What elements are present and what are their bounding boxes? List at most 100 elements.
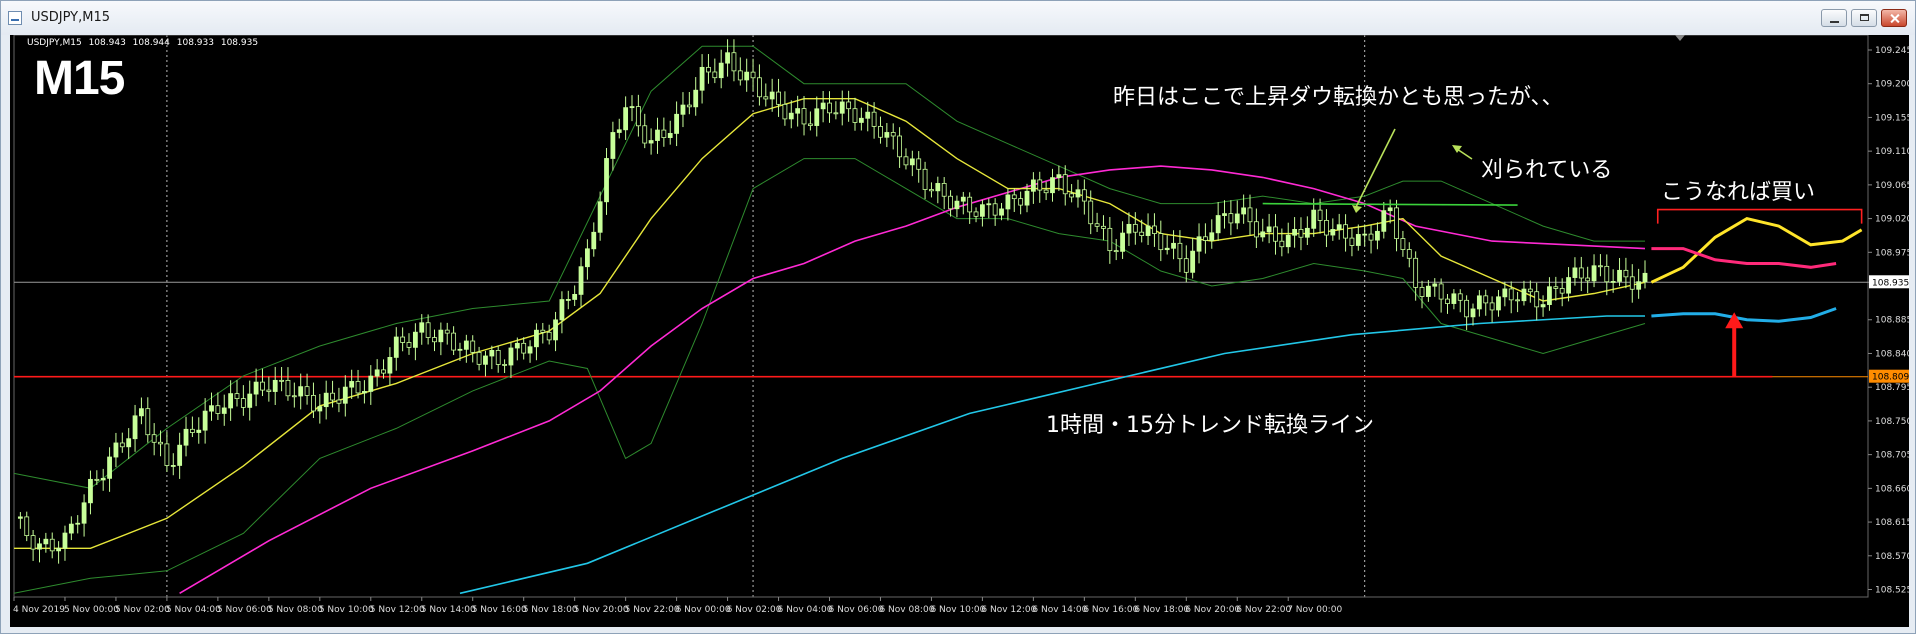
candle-body xyxy=(1050,177,1055,194)
candle-body xyxy=(260,381,265,391)
candle-body xyxy=(119,442,125,448)
candle-body xyxy=(1081,189,1087,202)
candle-body xyxy=(1094,223,1100,227)
candle-body xyxy=(1636,281,1642,290)
candle-body xyxy=(635,106,641,127)
maximize-button[interactable] xyxy=(1851,9,1877,27)
candle-body xyxy=(553,319,558,341)
candle-body xyxy=(1285,234,1291,248)
candle-body xyxy=(1470,308,1476,318)
candle-body xyxy=(1247,207,1253,223)
minimize-button[interactable] xyxy=(1821,9,1847,27)
candle-body xyxy=(1476,295,1482,310)
x-tick-label: 5 Nov 00:00 xyxy=(64,605,119,615)
x-tick-label: 5 Nov 08:00 xyxy=(268,605,323,615)
level-price-tag-label: 108.809 xyxy=(1872,373,1909,383)
price-chart[interactable]: 109.245 109.200 109.155 109.110 109.065 109.0… xyxy=(10,34,1912,627)
candle-body xyxy=(400,336,406,343)
candle-body xyxy=(1515,299,1520,302)
close-button[interactable] xyxy=(1881,9,1907,27)
candle-body xyxy=(546,331,552,341)
y-tick-label: 109.020 xyxy=(1875,215,1909,225)
candle-body xyxy=(189,428,195,433)
candle-body xyxy=(355,381,361,394)
candle-body xyxy=(412,331,418,348)
candle-body xyxy=(1559,288,1565,294)
candle-body xyxy=(941,183,947,197)
y-tick-label: 108.525 xyxy=(1875,586,1909,596)
candle-body xyxy=(1075,189,1081,198)
y-tick-label: 108.840 xyxy=(1875,349,1909,359)
candle-body xyxy=(463,340,469,350)
candle-body xyxy=(521,342,527,354)
candle-body xyxy=(164,443,170,466)
candle-body xyxy=(527,346,533,354)
candle-body xyxy=(1190,250,1196,273)
candle-body xyxy=(1120,232,1125,252)
candle-body xyxy=(712,71,718,79)
y-tick-label: 108.615 xyxy=(1875,518,1909,528)
y-tick-label: 108.975 xyxy=(1875,248,1909,258)
candle-body xyxy=(94,478,100,481)
candle-body xyxy=(266,389,272,392)
candle-body xyxy=(597,201,603,233)
candle-body xyxy=(1496,296,1501,311)
candle-body xyxy=(1604,265,1610,283)
candle-body xyxy=(502,364,507,366)
candle-body xyxy=(483,355,488,365)
candle-body xyxy=(820,102,826,110)
candle-body xyxy=(604,158,609,203)
candle-body xyxy=(291,395,297,398)
candle-body xyxy=(1273,226,1278,242)
candle-body xyxy=(374,369,380,377)
title-bar[interactable]: USDJPY,M15 xyxy=(1,1,1915,35)
candle-body xyxy=(393,336,399,358)
candle-body xyxy=(986,203,992,206)
x-tick-label: 5 Nov 14:00 xyxy=(421,605,476,615)
candle-body xyxy=(1343,224,1348,239)
x-tick-label: 5 Nov 18:00 xyxy=(523,605,578,615)
chart-window: USDJPY,M15 109.245 109.200 109.155 109.110 1… xyxy=(0,0,1916,634)
candle-body xyxy=(317,406,323,412)
candle-body xyxy=(757,77,762,98)
candle-body xyxy=(693,89,699,108)
candle-body xyxy=(973,211,979,217)
candle-body xyxy=(1317,209,1323,221)
candle-body xyxy=(769,91,775,100)
plot-frame xyxy=(13,34,1869,598)
sma75-line xyxy=(179,165,1646,594)
candle-body xyxy=(1241,207,1247,215)
candle-body xyxy=(1209,232,1215,241)
candle-body xyxy=(1578,267,1584,279)
candle-body xyxy=(1566,277,1571,294)
candle-body xyxy=(661,129,667,138)
candle-body xyxy=(1413,257,1419,288)
resistance-trendline xyxy=(1262,202,1518,206)
candle-body xyxy=(1024,190,1030,206)
candle-body xyxy=(1088,200,1094,225)
chart-area[interactable]: 109.245 109.200 109.155 109.110 109.065 109.0… xyxy=(10,34,1912,627)
candle-body xyxy=(1381,210,1387,232)
candle-body xyxy=(1387,207,1393,212)
candle-body xyxy=(444,329,450,334)
y-tick-label: 108.660 xyxy=(1875,484,1909,494)
candle-body xyxy=(731,52,737,72)
x-tick-label: 5 Nov 04:00 xyxy=(166,605,221,615)
candle-body xyxy=(750,71,756,79)
candle-body xyxy=(1508,288,1514,301)
x-tick-label: 6 Nov 18:00 xyxy=(1134,605,1189,615)
candle-body xyxy=(1355,234,1361,246)
forecast-pink-line xyxy=(1651,247,1837,269)
candle-body xyxy=(1113,250,1119,253)
candle-body xyxy=(648,140,654,144)
candle-body xyxy=(202,410,208,431)
candle-body xyxy=(476,351,482,365)
candle-body xyxy=(183,428,189,446)
candle-body xyxy=(610,132,616,159)
candle-body xyxy=(221,407,227,414)
candle-body xyxy=(578,266,584,295)
candle-body xyxy=(1629,276,1635,290)
candle-body xyxy=(1139,231,1145,236)
candle-body xyxy=(1062,174,1068,195)
candle-body xyxy=(960,196,966,202)
